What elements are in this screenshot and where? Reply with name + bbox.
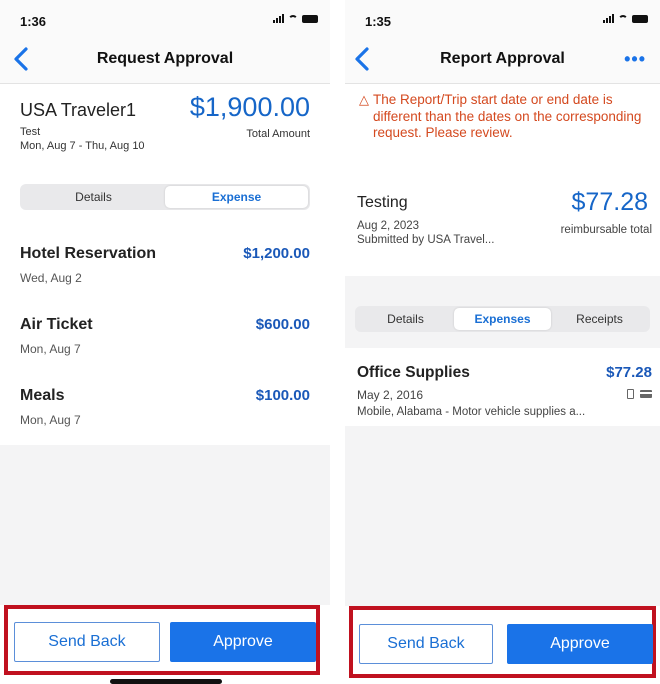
home-indicator <box>110 679 222 684</box>
status-time: 1:35 <box>365 14 392 29</box>
request-approval-screen: 1:36 Request Approval USA Traveler1 $1,9… <box>0 0 330 684</box>
status-bar: 1:35 <box>345 0 660 34</box>
empty-area <box>345 426 660 606</box>
credit-card-icon <box>640 390 652 398</box>
request-header: USA Traveler1 $1,900.00 Test Total Amoun… <box>0 84 330 225</box>
approve-button[interactable]: Approve <box>170 622 316 662</box>
nav-bar: Request Approval <box>0 34 330 84</box>
date-warning-banner: △ The Report/Trip start date or end date… <box>345 84 660 170</box>
expense-name: Meals <box>20 387 65 404</box>
total-amount: $1,900.00 <box>189 92 310 122</box>
submitted-by: Submitted by USA Travel... <box>357 234 495 246</box>
expense-name: Office Supplies <box>357 364 470 381</box>
expense-amount: $100.00 <box>255 387 310 404</box>
total-amount-label: Total Amount <box>246 128 310 140</box>
expense-amount: $77.28 <box>606 364 652 381</box>
warning-triangle-icon: △ <box>359 92 369 107</box>
battery-icon <box>302 14 318 23</box>
page-title: Request Approval <box>96 50 234 67</box>
approve-button[interactable]: Approve <box>507 624 653 664</box>
traveler-name: USA Traveler1 <box>20 100 137 120</box>
receipt-icon <box>627 389 634 399</box>
wifi-icon <box>288 14 298 23</box>
tab-details[interactable]: Details <box>357 308 454 330</box>
expense-date: May 2, 2016 <box>357 388 424 402</box>
reimbursable-total-label: reimbursable total <box>560 224 652 236</box>
tab-details[interactable]: Details <box>22 186 165 208</box>
status-icons <box>273 14 318 23</box>
expense-icons <box>627 389 652 399</box>
send-back-button[interactable]: Send Back <box>359 624 493 664</box>
tab-expenses[interactable]: Expenses <box>454 308 551 330</box>
tab-expense[interactable]: Expense <box>165 186 308 208</box>
reimbursable-total: $77.28 <box>571 188 648 216</box>
expense-description: Mobile, Alabama - Motor vehicle supplies… <box>357 406 586 418</box>
signal-icon <box>273 14 284 23</box>
request-dates: Mon, Aug 7 - Thu, Aug 10 <box>20 140 145 152</box>
send-back-button[interactable]: Send Back <box>14 622 160 662</box>
expense-row[interactable]: Meals $100.00 Mon, Aug 7 <box>0 367 330 438</box>
report-date: Aug 2, 2023 <box>357 220 420 232</box>
tabs-area: Details Expenses Receipts <box>345 276 660 348</box>
expense-date: Mon, Aug 7 <box>20 342 81 356</box>
wifi-icon <box>618 14 628 23</box>
warning-text: The Report/Trip start date or end date i… <box>373 92 642 140</box>
expense-row[interactable]: Hotel Reservation $1,200.00 Wed, Aug 2 <box>0 225 330 296</box>
report-title: Testing <box>357 194 408 211</box>
expense-name: Hotel Reservation <box>20 245 157 262</box>
expense-row[interactable]: Air Ticket $600.00 Mon, Aug 7 <box>0 296 330 367</box>
action-bar: Send Back Approve <box>345 606 660 684</box>
tab-receipts[interactable]: Receipts <box>551 308 648 330</box>
expense-date: Wed, Aug 2 <box>20 271 82 285</box>
page-title: Report Approval <box>440 50 565 67</box>
segmented-control: Details Expense <box>20 184 310 210</box>
expense-date: Mon, Aug 7 <box>20 413 81 427</box>
expense-row[interactable]: Office Supplies $77.28 May 2, 2016 Mobil… <box>345 348 660 426</box>
battery-icon <box>632 14 648 23</box>
expense-amount: $600.00 <box>255 316 310 333</box>
report-approval-screen: 1:35 Report Approval ••• △ The Report/Tr… <box>345 0 660 684</box>
report-header: Testing $77.28 Aug 2, 2023 Submitted by … <box>345 178 660 276</box>
status-time: 1:36 <box>20 14 47 29</box>
empty-area <box>0 445 330 605</box>
nav-bar: Report Approval ••• <box>345 34 660 84</box>
request-name: Test <box>20 126 41 138</box>
action-bar: Send Back Approve <box>0 605 330 684</box>
expense-amount: $1,200.00 <box>243 245 310 262</box>
more-options-button[interactable]: ••• <box>624 49 646 70</box>
status-icons <box>603 14 648 23</box>
expense-name: Air Ticket <box>20 316 93 333</box>
signal-icon <box>603 14 614 23</box>
segmented-control: Details Expenses Receipts <box>355 306 650 332</box>
status-bar: 1:36 <box>0 0 330 34</box>
expense-list: Hotel Reservation $1,200.00 Wed, Aug 2 A… <box>0 225 330 438</box>
